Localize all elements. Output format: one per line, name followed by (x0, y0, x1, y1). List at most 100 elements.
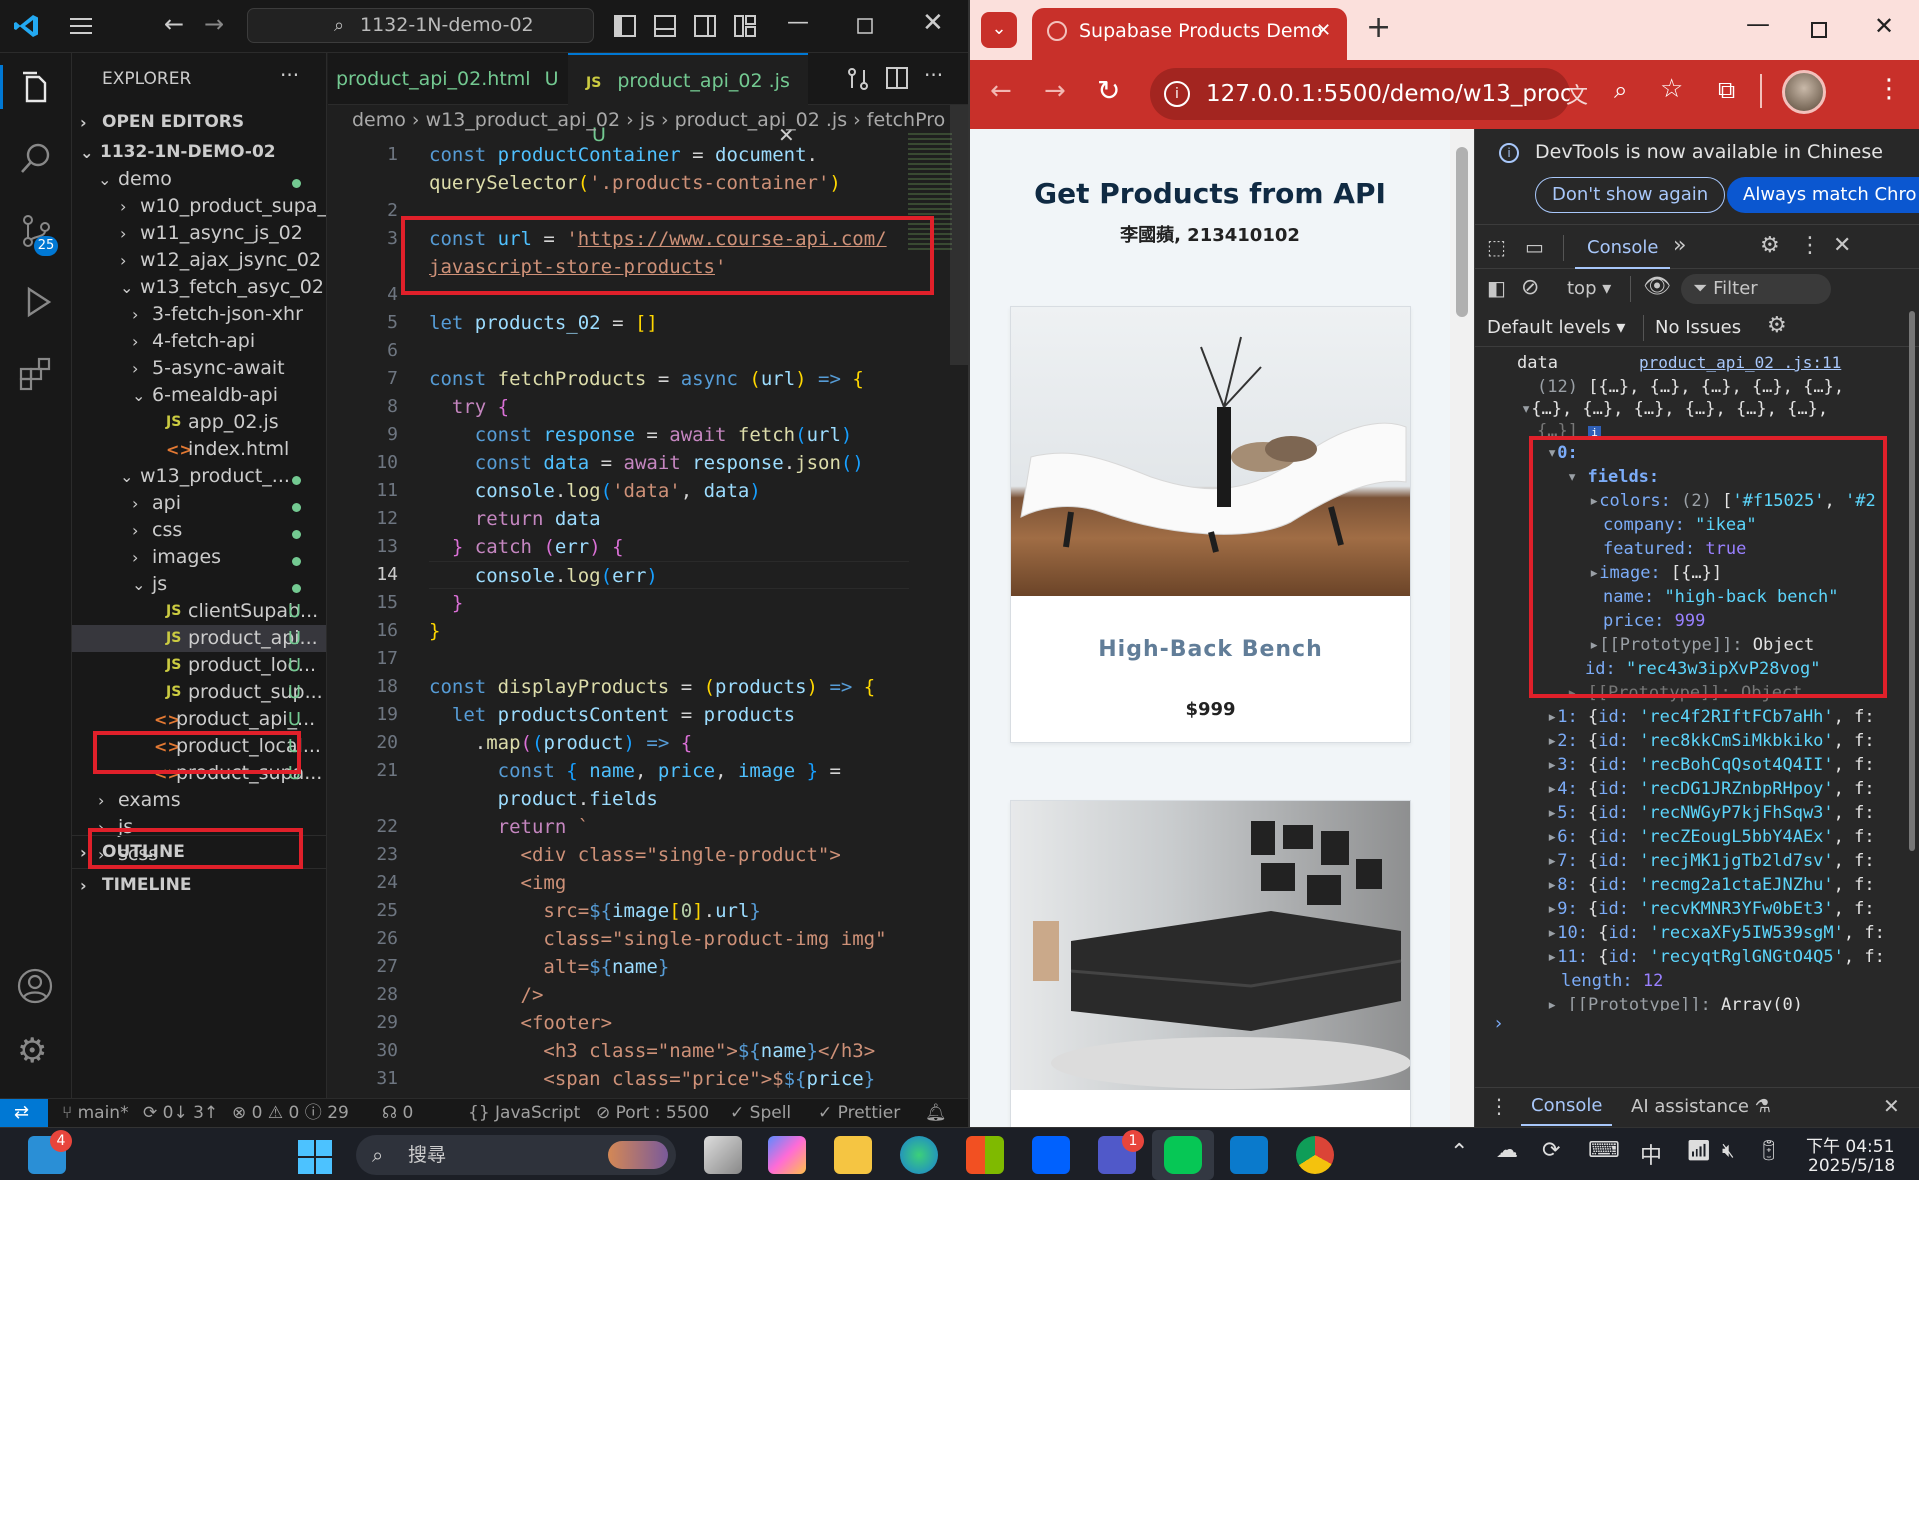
tree-item[interactable]: › w11_async_js_02 (72, 220, 326, 247)
browser-tab[interactable]: Supabase Products Demo ✕ (1032, 8, 1347, 60)
array-summary[interactable]: (12) [{…}, {…}, {…}, {…}, {…}, (1537, 375, 1844, 399)
tab-search-icon[interactable]: ⌄ (981, 12, 1017, 48)
tab-close-icon[interactable]: ✕ (1316, 8, 1331, 54)
array-row[interactable]: ▸9: {id: 'recvKMNR3YFw0bEt3', f: (1547, 897, 1875, 921)
tree-item[interactable]: JS product_loc... U (72, 652, 326, 679)
scrollbar-thumb[interactable] (1909, 311, 1915, 851)
chevron-up-icon[interactable]: ⌃ (1450, 1140, 1468, 1165)
close-devtools-icon[interactable]: ✕ (1833, 233, 1851, 258)
close-icon[interactable]: ✕ (1874, 12, 1894, 40)
reload-icon[interactable]: ↻ (1097, 74, 1120, 107)
array-row[interactable]: ▸6: {id: 'recZEougL5bbY4AEx', f: (1547, 825, 1875, 849)
back-arrow-icon[interactable]: ← (164, 10, 184, 38)
eye-icon[interactable]: 👁︎ (1643, 274, 1671, 299)
product-card[interactable] (1010, 800, 1411, 1127)
array-row[interactable]: ▸8: {id: 'recmg2a1ctaEJNZhu', f: (1547, 873, 1875, 897)
page-scrollbar[interactable] (1450, 129, 1474, 1127)
devtools-menu-icon[interactable]: ⋮ (1799, 233, 1821, 258)
toggle-sidebar-icon[interactable] (614, 15, 636, 37)
array-row[interactable]: ▸11: {id: 'recyqtRglGNGtO4Q5', f: (1547, 945, 1885, 969)
ime-indicator[interactable]: 中 (1640, 1138, 1662, 1170)
customize-layout-icon[interactable] (734, 15, 756, 37)
back-arrow-icon[interactable]: ← (990, 76, 1012, 106)
chrome-menu-icon[interactable]: ⋮ (1876, 74, 1902, 104)
explorer-icon[interactable] (19, 69, 53, 105)
array-row[interactable]: ▸3: {id: 'recBohCqQsot4Q4II', f: (1547, 753, 1875, 777)
product-card[interactable]: High-Back Bench $999 (1010, 306, 1411, 743)
wifi-icon[interactable]: 📶︎ (1686, 1138, 1711, 1162)
line-icon[interactable] (1164, 1136, 1202, 1174)
obj-key[interactable]: ▸image: [{…}] (1589, 561, 1722, 585)
tree-item[interactable]: <> index.html (72, 436, 326, 463)
tree-item[interactable]: › w12_ajax_jsync_02 (72, 247, 326, 274)
problems-status[interactable]: ⊗ 0 ⚠ 0 ⓘ 29 (232, 1099, 349, 1127)
language-status[interactable]: {} JavaScript (468, 1099, 580, 1127)
breadcrumb-item[interactable]: fetchPro (867, 109, 945, 131)
tab-product-api-js[interactable]: JS product_api_02 .js U ✕ (568, 53, 808, 147)
tree-item[interactable]: <> product_supa... U (72, 760, 326, 787)
keyboard-icon[interactable]: ⌨ (1588, 1138, 1620, 1163)
clear-console-icon[interactable]: ⊘ (1521, 275, 1539, 300)
array-row[interactable]: ▸1: {id: 'rec4f2RIftFCb7aHh', f: (1547, 705, 1875, 729)
clock-date[interactable]: 2025/5/18 (1808, 1156, 1895, 1176)
levels-select[interactable]: Default levels ▾ (1487, 317, 1625, 338)
vscode-taskbar-icon[interactable] (1230, 1136, 1268, 1174)
inspect-element-icon[interactable]: ⬚ (1487, 235, 1506, 259)
section-timeline[interactable]: › TIMELINE (72, 868, 326, 901)
product-image[interactable] (1011, 307, 1410, 596)
obj-key[interactable]: ▸colors: (2) ['#f15025', '#2 (1589, 489, 1876, 513)
dropbox-icon[interactable] (1032, 1136, 1070, 1174)
context-select[interactable]: top ▾ (1567, 278, 1611, 299)
run-debug-icon[interactable] (19, 285, 53, 319)
settings-gear-icon[interactable]: ⚙ (1760, 233, 1780, 258)
console-settings-icon[interactable]: ⚙ (1767, 313, 1787, 338)
console-scrollbar[interactable] (1907, 287, 1917, 1007)
editor-scrollbar[interactable] (950, 105, 968, 365)
sidebar-toggle-icon[interactable]: ◧ (1487, 276, 1506, 300)
windows-start-icon[interactable] (298, 1140, 332, 1174)
bookmark-star-icon[interactable]: ☆ (1660, 74, 1683, 104)
translate-icon[interactable]: 文 (1566, 78, 1588, 110)
close-drawer-icon[interactable]: ✕ (1883, 1094, 1900, 1118)
dont-show-again-button[interactable]: Don't show again (1535, 177, 1726, 213)
tree-item[interactable]: ⌄ w13_fetch_asyc_02 (72, 274, 326, 301)
remote-button[interactable]: ⇄ (0, 1099, 48, 1127)
site-info-icon[interactable]: i (1164, 81, 1190, 107)
minimize-icon[interactable]: — (1746, 10, 1770, 38)
tree-item[interactable]: ⌄ w13_product_... (72, 463, 326, 490)
array-row[interactable]: ▸5: {id: 'recNWGyP7kjFhSqw3', f: (1547, 801, 1875, 825)
prettier-status[interactable]: ✓ Prettier (818, 1099, 900, 1127)
sync-icon[interactable]: ⟳ (1542, 1138, 1560, 1163)
drawer-menu-icon[interactable]: ⋮ (1489, 1094, 1509, 1118)
toggle-panel-icon[interactable] (654, 15, 676, 37)
tree-item[interactable]: JS app_02.js (72, 409, 326, 436)
tab-product-api-html[interactable]: product_api_02.html U (328, 53, 566, 105)
breadcrumb-item[interactable]: demo (352, 109, 406, 131)
forward-arrow-icon[interactable]: → (1044, 76, 1066, 106)
copilot-icon[interactable] (768, 1136, 806, 1174)
tree-item[interactable]: › 4-fetch-api (72, 328, 326, 355)
extensions-icon[interactable] (19, 357, 53, 391)
file-explorer-icon[interactable] (834, 1136, 872, 1174)
obj-key[interactable]: ▾ fields: (1567, 465, 1659, 489)
onedrive-icon[interactable]: ☁ (1496, 1138, 1518, 1163)
profile-avatar[interactable] (1782, 70, 1826, 114)
sync-status[interactable]: ⟳ 0↓ 3↑ (143, 1099, 218, 1127)
section-open-editors[interactable]: › OPEN EDITORS (72, 106, 326, 139)
maximize-icon[interactable] (857, 18, 873, 34)
breadcrumb-item[interactable]: product_api_02 .js (675, 109, 848, 131)
tree-item[interactable]: JS clientSupab... U (72, 598, 326, 625)
menu-icon[interactable] (68, 15, 94, 37)
compare-changes-icon[interactable] (846, 67, 870, 91)
tree-item[interactable]: ⌄ 1132-1N-DEMO-02 (72, 139, 326, 166)
tree-item[interactable]: › css (72, 517, 326, 544)
array-row[interactable]: ▸2: {id: 'rec8kkCmSiMkbkiko', f: (1547, 729, 1875, 753)
command-center-search[interactable]: ⌕ 1132-1N-demo-02 (247, 8, 594, 43)
ports-status[interactable]: ☊ 0 (382, 1099, 413, 1127)
minimize-icon[interactable]: — (787, 10, 809, 35)
obj-key[interactable]: ▸ [[Prototype]]: Array(0) (1547, 993, 1803, 1011)
new-tab-icon[interactable]: + (1366, 10, 1391, 45)
tree-item[interactable]: <> product_local... U (72, 733, 326, 760)
branch-status[interactable]: ⑂ main* (62, 1099, 129, 1127)
tree-item[interactable]: › exams (72, 787, 326, 814)
